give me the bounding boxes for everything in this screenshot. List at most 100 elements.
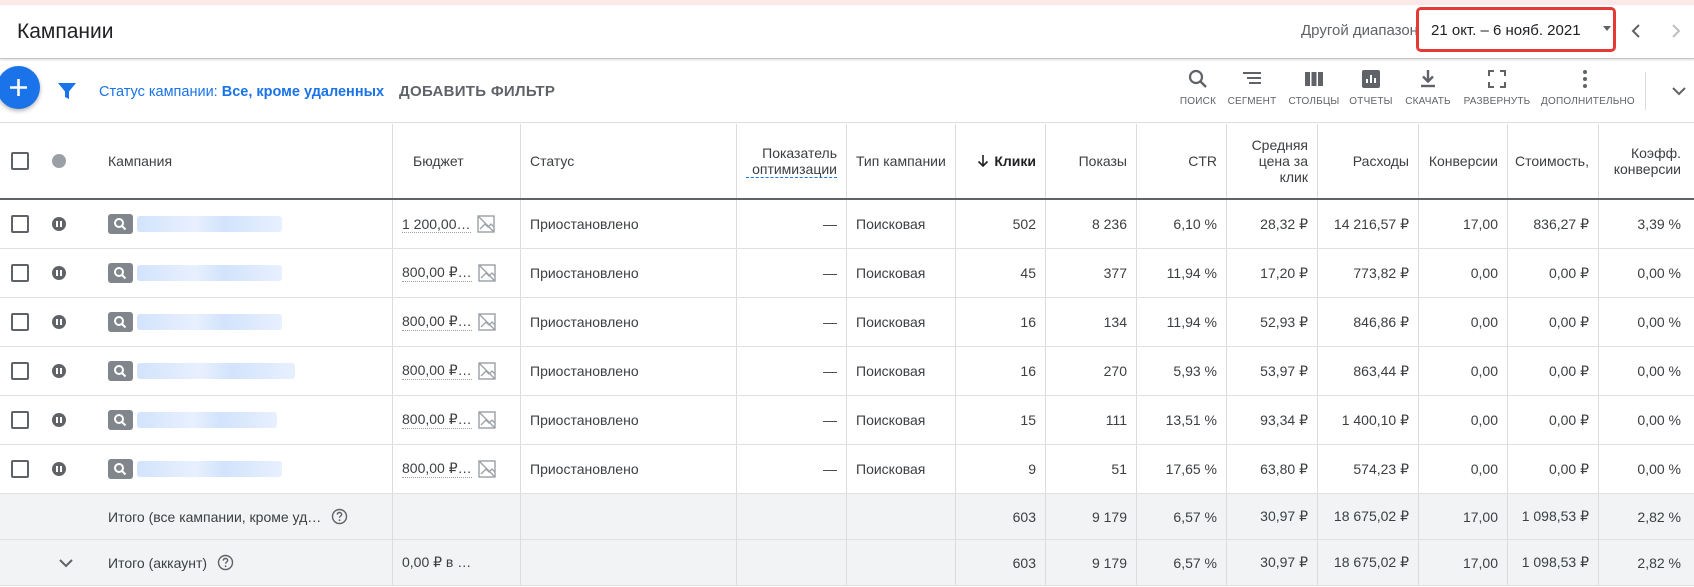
cost-per-conv-cell: 0,00 ₽: [1507, 249, 1598, 297]
chevron-down-icon[interactable]: [56, 553, 76, 573]
ctr-value: 13,51 %: [1165, 412, 1217, 428]
col-cost-per-conv[interactable]: Стоимость,: [1507, 124, 1598, 198]
totals-clicks-cell: 603: [955, 540, 1045, 585]
help-icon[interactable]: [217, 554, 234, 571]
table-row[interactable]: 1 200,00… Приостановлено — Поисковая 502…: [0, 200, 1694, 249]
row-status-cell: [52, 347, 76, 395]
clicks-value: 15: [1020, 412, 1036, 428]
no-image-icon: [476, 215, 495, 233]
col-impressions[interactable]: Показы: [1045, 124, 1136, 198]
previous-period-button[interactable]: [1624, 19, 1648, 43]
cost-per-conv-cell: 0,00 ₽: [1507, 445, 1598, 493]
totals-cost: 18 675,02 ₽: [1333, 554, 1409, 570]
search-tool-button[interactable]: ПОИСК: [1178, 68, 1218, 118]
more-tool-button[interactable]: ДОПОЛНИТЕЛЬНО: [1541, 68, 1635, 118]
col-budget[interactable]: Бюджет: [392, 124, 520, 198]
totals-impressions: 9 179: [1091, 554, 1127, 571]
clicks-cell: 502: [955, 200, 1045, 248]
campaign-name-redacted[interactable]: [137, 412, 277, 428]
toolbar: Статус кампании: Все, кроме удаленных ДО…: [0, 60, 1694, 123]
campaign-name-cell[interactable]: [108, 396, 392, 444]
conversions-cell: 0,00: [1418, 347, 1507, 395]
impressions-cell: 51: [1045, 445, 1136, 493]
campaign-name-redacted[interactable]: [137, 363, 295, 379]
campaign-name-redacted[interactable]: [137, 314, 282, 330]
col-optimization[interactable]: Показатель оптимизации: [736, 124, 846, 198]
conversions-value: 0,00: [1470, 412, 1498, 428]
row-checkbox[interactable]: [11, 411, 29, 429]
table-row[interactable]: 800,00 ₽… Приостановлено — Поисковая 45 …: [0, 249, 1694, 298]
campaign-name-redacted[interactable]: [137, 461, 282, 477]
date-range-value: 21 окт. – 6 нояб. 2021: [1431, 22, 1581, 39]
row-checkbox[interactable]: [11, 313, 29, 331]
campaign-name-cell[interactable]: [108, 347, 392, 395]
campaign-name-redacted[interactable]: [137, 216, 282, 232]
col-conv-rate[interactable]: Коэфф. конверсии: [1598, 124, 1690, 198]
optimization-value: —: [823, 216, 837, 232]
col-clicks[interactable]: Клики: [955, 124, 1045, 198]
no-image-icon: [477, 264, 496, 282]
table-row[interactable]: 800,00 ₽… Приостановлено — Поисковая 15 …: [0, 396, 1694, 445]
col-impressions-label: Показы: [1078, 153, 1127, 169]
search-tool-label: ПОИСК: [1179, 96, 1217, 107]
help-icon[interactable]: [331, 508, 348, 525]
budget-cell[interactable]: 1 200,00…: [392, 200, 520, 248]
add-campaign-button[interactable]: [0, 66, 40, 109]
type-value: Поисковая: [856, 314, 926, 330]
totals-cost-per-conv: 1 098,53 ₽: [1521, 554, 1589, 570]
campaign-name-cell[interactable]: [108, 445, 392, 493]
add-filter-button[interactable]: ДОБАВИТЬ ФИЛЬТР: [399, 83, 555, 100]
col-avg-cpc[interactable]: Средняя цена за клик: [1226, 124, 1317, 198]
row-checkbox[interactable]: [11, 215, 29, 233]
row-select-cell: [11, 445, 41, 493]
next-period-button[interactable]: [1664, 19, 1688, 43]
campaign-name-redacted[interactable]: [137, 265, 282, 281]
conversions-cell: 0,00: [1418, 249, 1507, 297]
campaign-name-cell[interactable]: [108, 200, 392, 248]
budget-cell[interactable]: 800,00 ₽…: [392, 396, 520, 444]
expand-tool-button[interactable]: РАЗВЕРНУТЬ: [1463, 68, 1531, 118]
table-row[interactable]: 800,00 ₽… Приостановлено — Поисковая 9 5…: [0, 445, 1694, 494]
collapse-chevron-icon[interactable]: [1668, 80, 1690, 102]
conversions-value: 17,00: [1462, 216, 1498, 232]
budget-cell[interactable]: 800,00 ₽…: [392, 249, 520, 297]
status-filter-chip[interactable]: Статус кампании: Все, кроме удаленных: [99, 84, 384, 100]
reports-tool-button[interactable]: ОТЧЕТЫ: [1348, 68, 1394, 118]
no-image-icon: [477, 362, 496, 380]
col-campaign[interactable]: Кампания: [99, 124, 392, 198]
budget-cell[interactable]: 800,00 ₽…: [392, 347, 520, 395]
columns-tool-button[interactable]: СТОЛБЦЫ: [1286, 68, 1342, 118]
impressions-cell: 270: [1045, 347, 1136, 395]
col-status[interactable]: Статус: [520, 124, 736, 198]
status-cell: Приостановлено: [520, 249, 736, 297]
totals-impressions-cell: 9 179: [1045, 540, 1136, 585]
segment-tool-button[interactable]: СЕГМЕНТ: [1224, 68, 1280, 118]
totals-cost-cell: 18 675,02 ₽: [1317, 540, 1418, 585]
budget-cell[interactable]: 800,00 ₽…: [392, 445, 520, 493]
budget-value: 800,00 ₽…: [402, 264, 472, 282]
row-checkbox[interactable]: [11, 460, 29, 478]
download-tool-button[interactable]: СКАЧАТЬ: [1402, 68, 1454, 118]
table-row[interactable]: 800,00 ₽… Приостановлено — Поисковая 16 …: [0, 298, 1694, 347]
avg-cpc-cell: 53,97 ₽: [1226, 347, 1317, 395]
row-checkbox[interactable]: [11, 362, 29, 380]
segment-icon: [1243, 72, 1261, 84]
campaign-name-cell[interactable]: [108, 298, 392, 346]
col-conversions[interactable]: Конверсии: [1418, 124, 1507, 198]
row-checkbox[interactable]: [11, 264, 29, 282]
row-status-cell: [52, 445, 76, 493]
col-cost[interactable]: Расходы: [1317, 124, 1418, 198]
col-ctr[interactable]: CTR: [1136, 124, 1226, 198]
avg-cpc-cell: 93,34 ₽: [1226, 396, 1317, 444]
budget-cell[interactable]: 800,00 ₽…: [392, 298, 520, 346]
status-value: Приостановлено: [530, 412, 639, 428]
select-all-checkbox[interactable]: [11, 152, 29, 170]
search-campaign-icon: [108, 214, 133, 234]
filter-icon[interactable]: [56, 80, 78, 102]
ctr-cell: 17,65 %: [1136, 445, 1226, 493]
campaign-name-cell[interactable]: [108, 249, 392, 297]
table-row[interactable]: 800,00 ₽… Приостановлено — Поисковая 16 …: [0, 347, 1694, 396]
date-range-picker[interactable]: 21 окт. – 6 нояб. 2021: [1416, 7, 1616, 52]
col-type[interactable]: Тип кампании: [846, 124, 955, 198]
impressions-cell: 134: [1045, 298, 1136, 346]
